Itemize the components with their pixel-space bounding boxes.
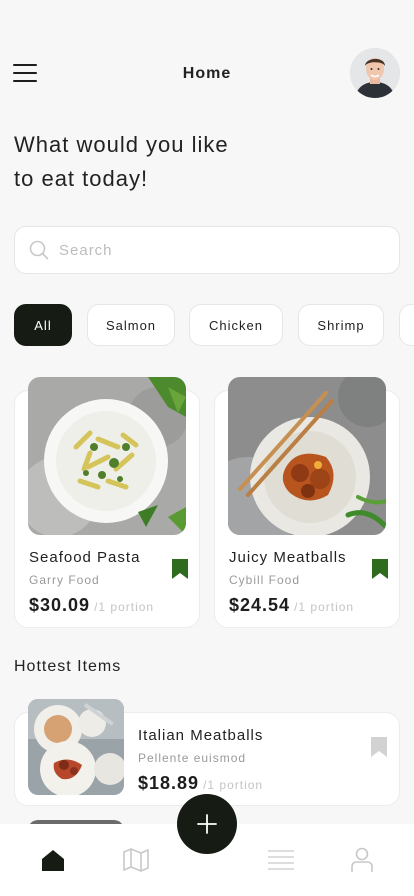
section-title-hottest: Hottest Items bbox=[14, 658, 122, 675]
add-button[interactable] bbox=[177, 794, 237, 854]
food-name: Juicy Meatballs bbox=[229, 549, 347, 566]
search-input[interactable] bbox=[59, 241, 359, 259]
price-unit: /1 portion bbox=[294, 600, 355, 614]
food-card[interactable]: Seafood Pasta Garry Food $30.09/1 portio… bbox=[14, 377, 200, 628]
search-icon bbox=[29, 240, 49, 260]
avatar[interactable] bbox=[350, 48, 400, 98]
food-name: Seafood Pasta bbox=[29, 549, 141, 566]
food-price: $24.54/1 portion bbox=[229, 595, 354, 616]
greeting: What would you like to eat today! bbox=[14, 128, 314, 196]
food-card[interactable]: Juicy Meatballs Cybill Food $24.54/1 por… bbox=[214, 377, 400, 628]
home-icon[interactable] bbox=[39, 846, 67, 874]
price-unit: /1 portion bbox=[94, 600, 155, 614]
chip-shrimp[interactable]: Shrimp bbox=[298, 304, 384, 346]
food-name: Italian Meatballs bbox=[138, 727, 264, 744]
food-brand: Pellente euismod bbox=[138, 751, 247, 765]
food-photo-italian-meatballs bbox=[28, 699, 124, 795]
price-unit: /1 portion bbox=[203, 778, 264, 792]
greeting-line-2: to eat today! bbox=[14, 166, 149, 191]
search-bar[interactable] bbox=[14, 226, 400, 274]
list-icon[interactable] bbox=[267, 846, 295, 874]
food-photo-seafood-pasta bbox=[28, 377, 186, 535]
price-value: $24.54 bbox=[229, 595, 291, 615]
food-brand: Cybill Food bbox=[229, 573, 301, 587]
greeting-line-1: What would you like bbox=[14, 132, 229, 157]
category-filter: All Salmon Chicken Shrimp bbox=[14, 304, 414, 346]
chip-all[interactable]: All bbox=[14, 304, 72, 346]
bookmark-icon[interactable] bbox=[172, 559, 188, 579]
bookmark-icon[interactable] bbox=[371, 737, 387, 757]
hot-item-card[interactable]: Italian Meatballs Pellente euismod $18.8… bbox=[14, 699, 400, 806]
profile-icon[interactable] bbox=[348, 846, 376, 874]
price-value: $30.09 bbox=[29, 595, 91, 615]
chip-more[interactable] bbox=[399, 304, 414, 346]
price-value: $18.89 bbox=[138, 773, 200, 793]
map-icon[interactable] bbox=[122, 846, 150, 874]
bookmark-icon[interactable] bbox=[372, 559, 388, 579]
food-price: $18.89/1 portion bbox=[138, 773, 263, 794]
food-photo-juicy-meatballs bbox=[228, 377, 386, 535]
food-brand: Garry Food bbox=[29, 573, 100, 587]
add-icon bbox=[197, 814, 217, 834]
chip-salmon[interactable]: Salmon bbox=[87, 304, 175, 346]
chip-chicken[interactable]: Chicken bbox=[189, 304, 283, 346]
food-price: $30.09/1 portion bbox=[29, 595, 154, 616]
header: Home bbox=[0, 46, 414, 102]
